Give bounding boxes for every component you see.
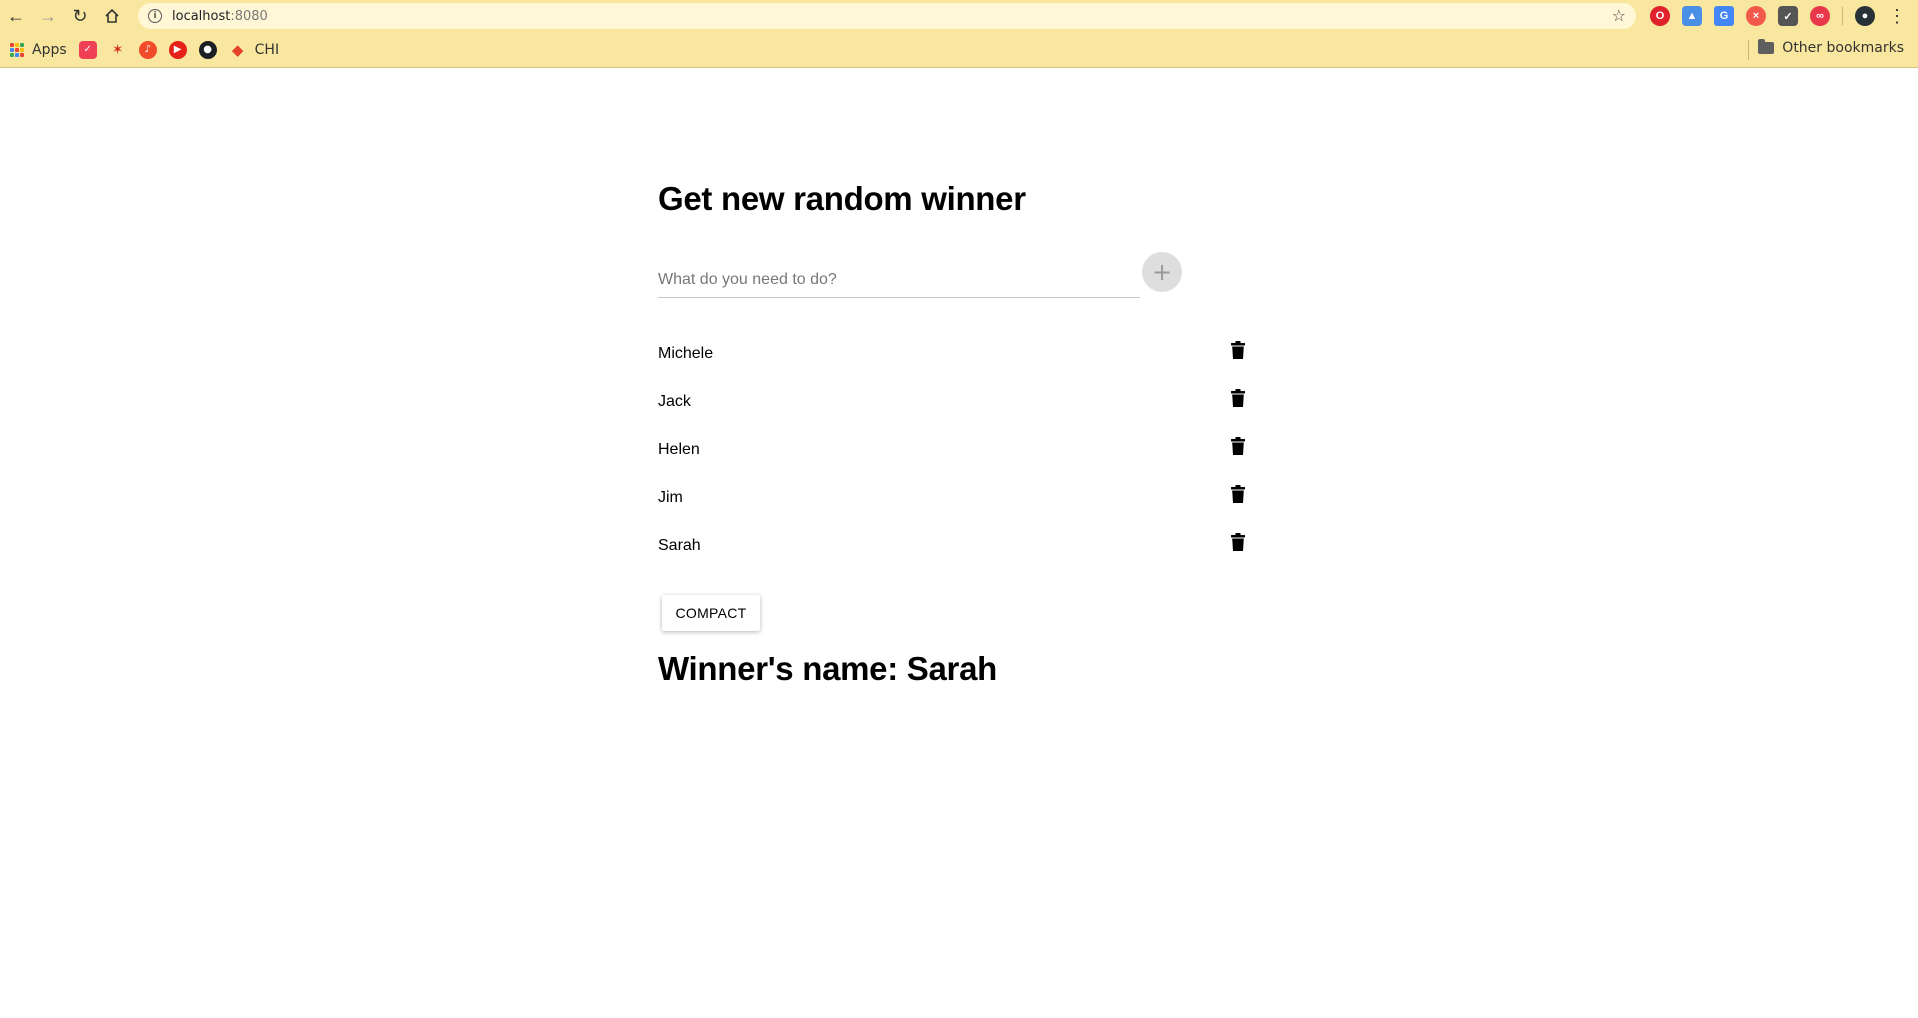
trash-icon — [1231, 533, 1245, 551]
translate-icon[interactable]: G — [1714, 6, 1734, 26]
music-icon: ♪ — [138, 40, 157, 59]
item-name: Jim — [658, 489, 683, 506]
other-bookmarks-label: Other bookmarks — [1782, 40, 1904, 56]
url-port: :8080 — [230, 8, 268, 24]
bookmark-music[interactable]: ♪ — [138, 40, 157, 59]
site-info-icon[interactable]: i — [148, 9, 162, 23]
opera-icon[interactable]: O — [1650, 6, 1670, 26]
play-icon: ▶ — [168, 40, 187, 59]
pocket-icon: ✓ — [78, 40, 97, 59]
trash-icon — [1231, 437, 1245, 455]
item-name: Sarah — [658, 537, 701, 554]
list-item: Jack — [658, 389, 1258, 438]
add-button[interactable]: + — [1142, 252, 1182, 292]
extensions-bar: O ▲ G × ✓ ∞ ● ⋮ — [1644, 0, 1907, 32]
bookmarks-bar: Apps ✓ ✶ ♪ ▶ ● ◆ CHI Other bookmarks — [0, 32, 1918, 68]
bookmark-star-icon[interactable]: ☆ — [1612, 6, 1626, 25]
blocker-icon[interactable]: × — [1746, 6, 1766, 26]
list-item: Michele — [658, 341, 1258, 390]
bookmark-youtube[interactable]: ▶ — [168, 40, 187, 59]
extensions-divider — [1842, 7, 1843, 25]
profile-avatar-icon[interactable]: ● — [1855, 6, 1875, 26]
bookmark-pocket[interactable]: ✓ — [78, 40, 97, 59]
list-item: Sarah — [658, 533, 1258, 582]
drive-off-icon[interactable]: ▲ — [1682, 6, 1702, 26]
trash-icon — [1231, 341, 1245, 359]
other-bookmarks[interactable]: Other bookmarks — [1758, 39, 1904, 56]
menu-kebab-icon[interactable]: ⋮ — [1887, 6, 1907, 27]
item-name: Jack — [658, 393, 691, 410]
delete-button[interactable] — [1222, 478, 1254, 510]
bookmarks-divider — [1748, 40, 1749, 60]
names-list: Michele Jack Helen Jim Sarah — [658, 341, 1258, 582]
apps-grid-icon — [10, 42, 24, 57]
winner-heading: Winner's name: Sarah — [658, 650, 997, 687]
pocket-icon[interactable]: ✓ — [1778, 6, 1798, 26]
gitlab-icon: ◆ — [231, 40, 244, 59]
url-host: localhost — [172, 8, 231, 24]
figure-icon: ✶ — [111, 41, 124, 58]
app-container: Get new random winner + Michele Jack Hel… — [658, 180, 1258, 687]
infinity-icon[interactable]: ∞ — [1810, 6, 1830, 26]
compact-button[interactable]: COMPACT — [662, 595, 760, 631]
browser-toolbar: ← → ↻ i localhost:8080 ☆ O ▲ G × ✓ ∞ ● ⋮ — [0, 0, 1918, 32]
list-item: Jim — [658, 485, 1258, 534]
bookmark-apps[interactable]: Apps — [10, 42, 67, 58]
delete-button[interactable] — [1222, 382, 1254, 414]
folder-icon — [1758, 39, 1775, 54]
bookmark-github[interactable]: ● — [198, 40, 217, 59]
delete-button[interactable] — [1222, 526, 1254, 558]
forward-icon[interactable]: → — [32, 0, 64, 32]
page-title: Get new random winner — [658, 180, 1026, 217]
delete-button[interactable] — [1222, 430, 1254, 462]
plus-icon: + — [1151, 258, 1173, 286]
bookmark-apps-label: Apps — [32, 41, 67, 58]
reload-icon[interactable]: ↻ — [64, 0, 96, 32]
home-icon[interactable] — [96, 0, 128, 32]
delete-button[interactable] — [1222, 334, 1254, 366]
list-item: Helen — [658, 437, 1258, 486]
bookmark-chi[interactable]: ◆ CHI — [229, 41, 279, 59]
bookmark-chi-label: CHI — [254, 41, 280, 58]
back-icon[interactable]: ← — [0, 0, 32, 32]
github-icon: ● — [198, 40, 217, 59]
add-item-form: + — [658, 252, 1258, 302]
item-name: Helen — [658, 441, 700, 458]
trash-icon — [1231, 485, 1245, 503]
trash-icon — [1231, 389, 1245, 407]
item-name: Michele — [658, 345, 714, 362]
address-bar[interactable]: i localhost:8080 ☆ — [138, 3, 1636, 29]
todo-input[interactable] — [658, 262, 1140, 298]
bookmark-figure[interactable]: ✶ — [109, 41, 127, 59]
